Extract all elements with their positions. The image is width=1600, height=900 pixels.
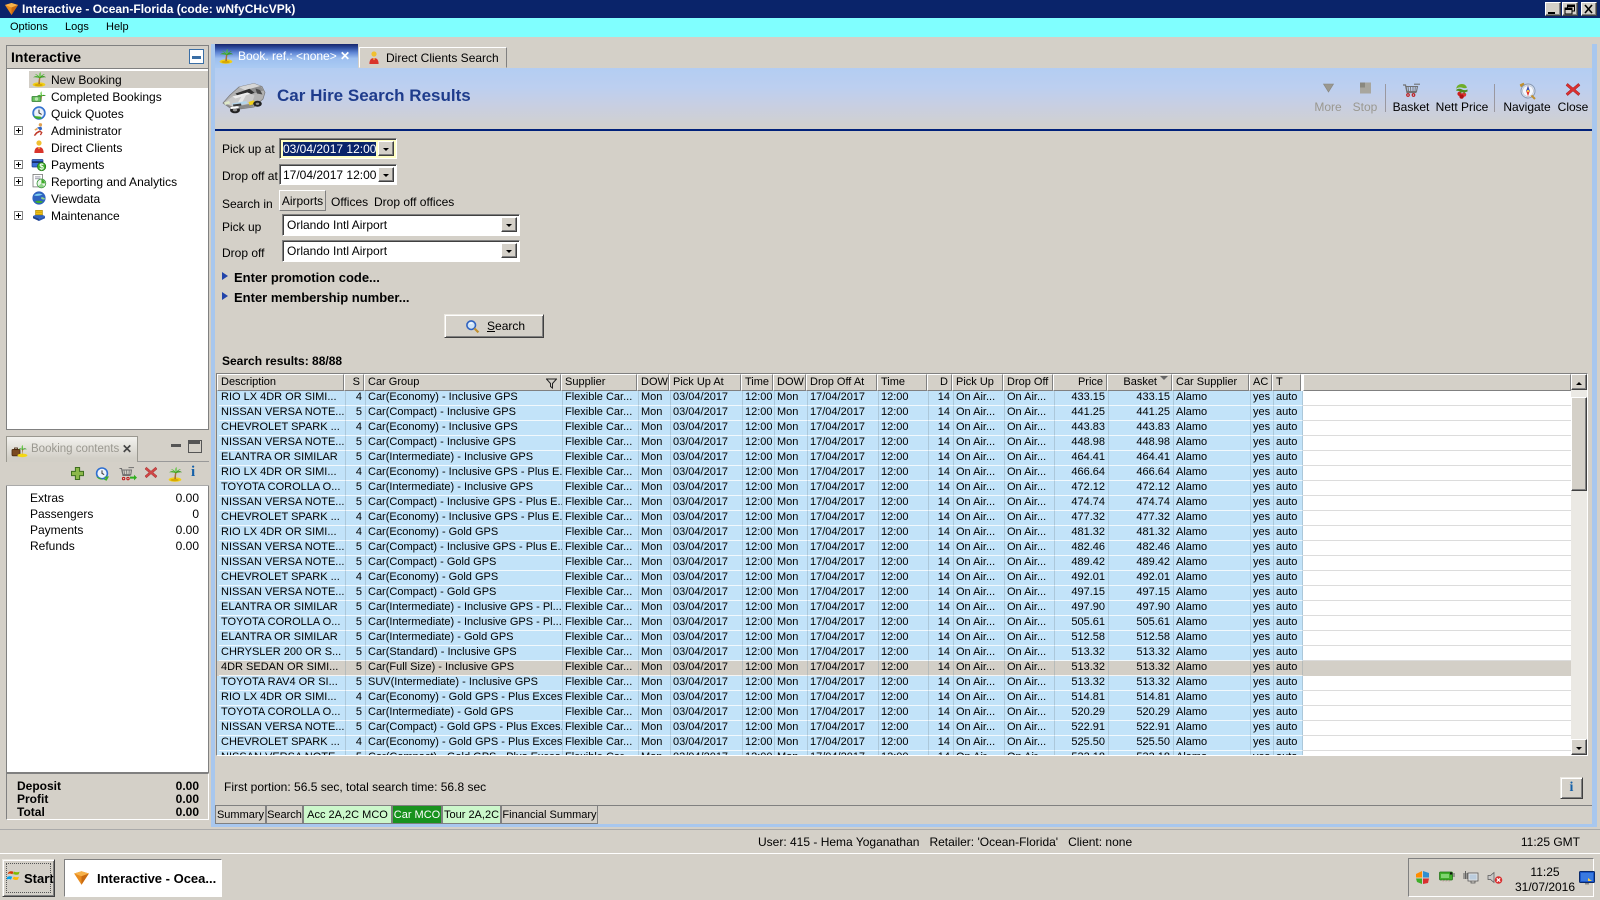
svg-text:$: $ <box>39 162 44 171</box>
